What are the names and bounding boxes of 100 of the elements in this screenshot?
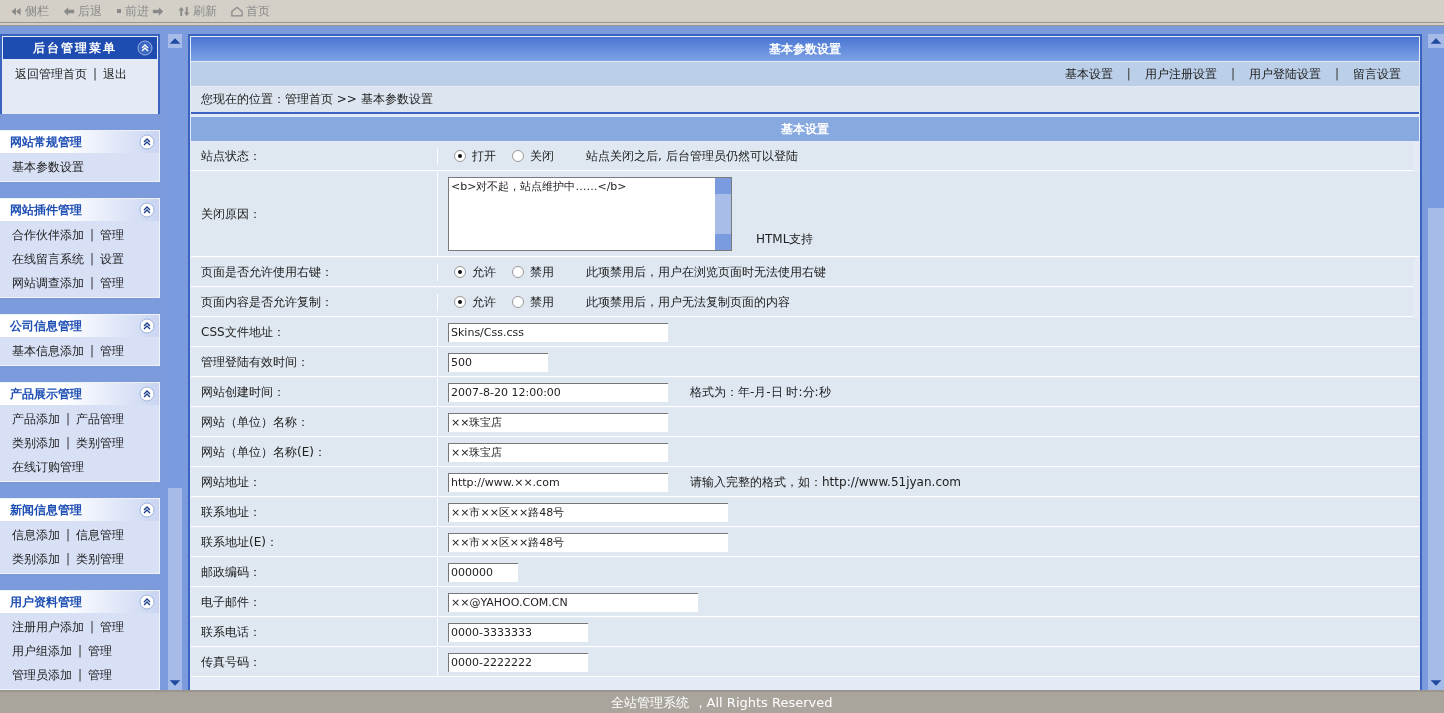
- settings-tab[interactable]: 用户注册设置: [1144, 65, 1217, 83]
- settings-tab[interactable]: 用户登陆设置: [1248, 65, 1321, 83]
- field-label: 联系地址(E)：: [201, 533, 278, 551]
- menu-link[interactable]: 产品添加: [12, 410, 60, 428]
- radio-option[interactable]: 关闭: [512, 147, 554, 165]
- field-hint: 站点关闭之后, 后台管理员仍然可以登陆: [586, 147, 798, 165]
- collapse-chevron-icon[interactable]: [139, 386, 155, 402]
- menu-link[interactable]: 合作伙伴添加: [12, 226, 84, 244]
- menu-header[interactable]: 公司信息管理: [0, 315, 159, 337]
- input-field[interactable]: 0000-3333333: [448, 622, 588, 642]
- menu-header[interactable]: 网站插件管理: [0, 199, 159, 221]
- radio-option[interactable]: 禁用: [512, 263, 554, 281]
- separator: |: [90, 228, 95, 242]
- field-label: 邮政编码：: [201, 563, 261, 581]
- radio-option[interactable]: 打开: [454, 147, 496, 165]
- menu-header[interactable]: 用户资料管理: [0, 591, 159, 613]
- settings-tab[interactable]: 基本设置: [1064, 65, 1113, 83]
- menu-header[interactable]: 新闻信息管理: [0, 499, 159, 521]
- field-label: 网站地址：: [201, 473, 261, 491]
- field-label: 电子邮件：: [201, 593, 261, 611]
- menu-link[interactable]: 设置: [100, 250, 125, 268]
- input-field[interactable]: ××市××区××路48号: [448, 532, 728, 552]
- menu-link[interactable]: 管理: [88, 642, 113, 660]
- scrollbar[interactable]: [1428, 34, 1444, 690]
- settings-tab[interactable]: 留言设置: [1353, 65, 1401, 83]
- menu-link[interactable]: 管理: [100, 274, 125, 292]
- scroll-thumb[interactable]: [168, 48, 182, 488]
- separator: |: [93, 67, 98, 81]
- menu-link[interactable]: 注册用户添加: [12, 618, 84, 636]
- field-hint: HTML支持: [756, 231, 814, 248]
- field-hint: 此项禁用后，用户无法复制页面的内容: [586, 293, 790, 311]
- menu-link[interactable]: 信息管理: [76, 526, 125, 544]
- collapse-chevron-icon[interactable]: [139, 594, 155, 610]
- separator: |: [1334, 67, 1339, 81]
- collapse-chevron-icon[interactable]: [139, 502, 155, 518]
- menu-link[interactable]: 在线留言系统: [12, 250, 84, 268]
- separator: |: [90, 344, 95, 358]
- radio-button[interactable]: [454, 296, 466, 308]
- field-label: CSS文件地址：: [201, 323, 285, 341]
- input-field[interactable]: ××@YAHOO.COM.CN: [448, 592, 698, 612]
- collapse-chevron-icon[interactable]: [139, 318, 155, 334]
- menu-link[interactable]: 返回管理首页: [15, 65, 87, 83]
- menu-link[interactable]: 管理: [88, 666, 113, 684]
- separator: |: [66, 412, 71, 426]
- menu-link[interactable]: 类别添加: [12, 434, 60, 452]
- input-field[interactable]: Skins/Css.css: [448, 322, 668, 342]
- radio-button[interactable]: [512, 266, 524, 278]
- menu-header[interactable]: 网站常规管理: [0, 131, 159, 153]
- menu-header[interactable]: 后台管理菜单: [3, 37, 157, 59]
- menu-header[interactable]: 产品展示管理: [0, 383, 159, 405]
- radio-button[interactable]: [512, 150, 524, 162]
- menu-link[interactable]: 管理: [100, 342, 125, 360]
- menu-link[interactable]: 管理: [100, 226, 125, 244]
- input-field[interactable]: ××珠宝店: [448, 412, 668, 432]
- separator: |: [90, 252, 95, 266]
- scrollbar[interactable]: [168, 34, 182, 690]
- radio-option[interactable]: 允许: [454, 263, 496, 281]
- field-label: 传真号码：: [201, 653, 261, 671]
- menu-link[interactable]: 信息添加: [12, 526, 60, 544]
- input-field[interactable]: ××珠宝店: [448, 442, 668, 462]
- field-label: 页面是否允许使用右键：: [201, 263, 333, 281]
- radio-button[interactable]: [454, 150, 466, 162]
- collapse-chevron-icon[interactable]: [139, 202, 155, 218]
- collapse-chevron-icon[interactable]: [137, 40, 153, 56]
- menu-link[interactable]: 在线订购管理: [12, 458, 84, 476]
- separator: |: [66, 552, 71, 566]
- menu-link[interactable]: 基本参数设置: [12, 158, 84, 176]
- separator: |: [78, 644, 83, 658]
- page-title: 基本参数设置: [769, 40, 841, 58]
- input-field[interactable]: 000000: [448, 562, 518, 582]
- input-field[interactable]: 0000-2222222: [448, 652, 588, 672]
- menu-link[interactable]: 退出: [103, 65, 128, 83]
- field-label: 站点状态：: [201, 147, 261, 165]
- radio-button[interactable]: [454, 266, 466, 278]
- menu-link[interactable]: 网站调查添加: [12, 274, 84, 292]
- radio-option[interactable]: 允许: [454, 293, 496, 311]
- input-field[interactable]: ××市××区××路48号: [448, 502, 728, 522]
- field-label: 网站创建时间：: [201, 383, 285, 401]
- separator: |: [1230, 67, 1235, 81]
- radio-button[interactable]: [512, 296, 524, 308]
- menu-link[interactable]: 类别添加: [12, 550, 60, 568]
- menu-link[interactable]: 类别管理: [76, 550, 125, 568]
- left-arrow-icon: [63, 5, 75, 17]
- textarea-field[interactable]: <b>对不起，站点维护中……</b>: [448, 177, 732, 251]
- menu-link[interactable]: 管理员添加: [12, 666, 72, 684]
- field-label: 网站（单位）名称：: [201, 413, 309, 431]
- field-hint: 请输入完整的格式，如：http://www.51jyan.com: [690, 473, 962, 491]
- input-field[interactable]: 500: [448, 352, 548, 372]
- menu-link[interactable]: 用户组添加: [12, 642, 72, 660]
- field-label: 网站（单位）名称(E)：: [201, 443, 326, 461]
- collapse-chevron-icon[interactable]: [139, 134, 155, 150]
- menu-link[interactable]: 基本信息添加: [12, 342, 84, 360]
- scroll-thumb[interactable]: [1428, 48, 1444, 208]
- menu-link[interactable]: 管理: [100, 618, 125, 636]
- input-field[interactable]: http://www.××.com: [448, 472, 668, 492]
- menu-link[interactable]: 类别管理: [76, 434, 125, 452]
- input-field[interactable]: 2007-8-20 12:00:00: [448, 382, 668, 402]
- separator: |: [90, 276, 95, 290]
- radio-option[interactable]: 禁用: [512, 293, 554, 311]
- menu-link[interactable]: 产品管理: [76, 410, 125, 428]
